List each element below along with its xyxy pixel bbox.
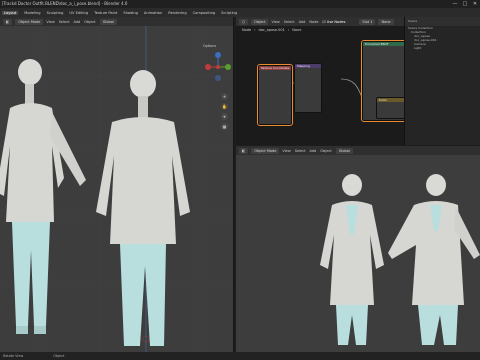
avatar-right-front-2[interactable] xyxy=(388,174,480,345)
status-left-hint: Rotate View xyxy=(3,354,24,358)
outliner-row[interactable]: Light xyxy=(405,46,480,50)
left-viewport-header: ◧ Object Mode View Select Add Object Glo… xyxy=(0,17,233,26)
transform-orientation-dropdown[interactable]: Global xyxy=(99,18,117,25)
status-bar: Rotate View Object xyxy=(0,352,480,360)
tab-compositing[interactable]: Compositing xyxy=(193,11,216,15)
close-button[interactable]: ✕ xyxy=(470,0,480,8)
left-viewport-scene xyxy=(0,26,233,352)
navigation-gizmo[interactable] xyxy=(205,52,231,81)
object-menu[interactable]: Object xyxy=(320,149,331,153)
tab-sculpting[interactable]: Sculpting xyxy=(47,11,64,15)
right-viewport-scene xyxy=(320,174,480,345)
select-menu[interactable]: Select xyxy=(59,20,70,24)
minimize-button[interactable]: — xyxy=(450,0,460,8)
right-viewport-header: ◧ Object Mode View Select Add Object Glo… xyxy=(236,146,480,155)
texture-coordinate-node[interactable]: Texture Coordinate xyxy=(257,64,293,126)
mapping-node-title: Mapping xyxy=(295,64,321,68)
view-menu[interactable]: View xyxy=(282,149,290,153)
tab-rendering[interactable]: Rendering xyxy=(168,11,186,15)
object-mode-dropdown[interactable]: Object Mode xyxy=(251,147,280,154)
pan-hand-icon[interactable]: ✋ xyxy=(221,103,228,110)
tab-shading[interactable]: Shading xyxy=(123,11,138,15)
outliner[interactable]: Scene Scene Collection Collection doc_apos… xyxy=(404,17,480,145)
object-mode-dropdown[interactable]: Object Mode xyxy=(15,18,44,25)
select-menu[interactable]: Select xyxy=(295,149,306,153)
outliner-header: Scene xyxy=(405,17,480,26)
tab-animation[interactable]: Animation xyxy=(144,11,162,15)
avatar-left-back[interactable] xyxy=(0,59,86,334)
camera-icon[interactable]: ⌖ xyxy=(221,113,228,120)
tex-coord-node-title: Texture Coordinate xyxy=(259,66,291,70)
zoom-icon[interactable]: + xyxy=(221,93,228,100)
grid-icon[interactable]: ▦ xyxy=(221,123,228,130)
workspace-tabs: Layout Modeling Sculpting UV Editing Texture… xyxy=(0,8,480,17)
view-menu[interactable]: View xyxy=(46,20,54,24)
add-menu[interactable]: Add xyxy=(74,20,81,24)
tab-uv-editing[interactable]: UV Editing xyxy=(69,11,88,15)
right-viewport[interactable]: ◧ Object Mode View Select Add Object Glo… xyxy=(236,146,480,352)
editor-type-icon[interactable]: ◧ xyxy=(3,18,13,25)
avatar-right-front-1[interactable] xyxy=(320,174,384,345)
left-viewport[interactable]: ◧ Object Mode View Select Add Object Glo… xyxy=(0,17,234,352)
add-menu[interactable]: Add xyxy=(310,149,317,153)
window-title: [Trackd Doctor Outfit.BLEND\doc_a_i_pose… xyxy=(0,0,480,8)
tab-modeling[interactable]: Modeling xyxy=(24,11,40,15)
tab-texture-paint[interactable]: Texture Paint xyxy=(94,11,117,15)
avatar-middle-back[interactable] xyxy=(96,70,190,346)
transform-orientation-dropdown[interactable]: Global xyxy=(335,147,353,154)
object-menu[interactable]: Object xyxy=(84,20,95,24)
status-middle-hint: Object xyxy=(53,354,65,358)
tab-scripting[interactable]: Scripting xyxy=(221,11,237,15)
maximize-button[interactable]: □ xyxy=(460,0,470,8)
editor-type-icon[interactable]: ◧ xyxy=(239,147,249,154)
tab-layout[interactable]: Layout xyxy=(2,10,19,15)
mapping-node[interactable]: Mapping xyxy=(294,63,322,113)
